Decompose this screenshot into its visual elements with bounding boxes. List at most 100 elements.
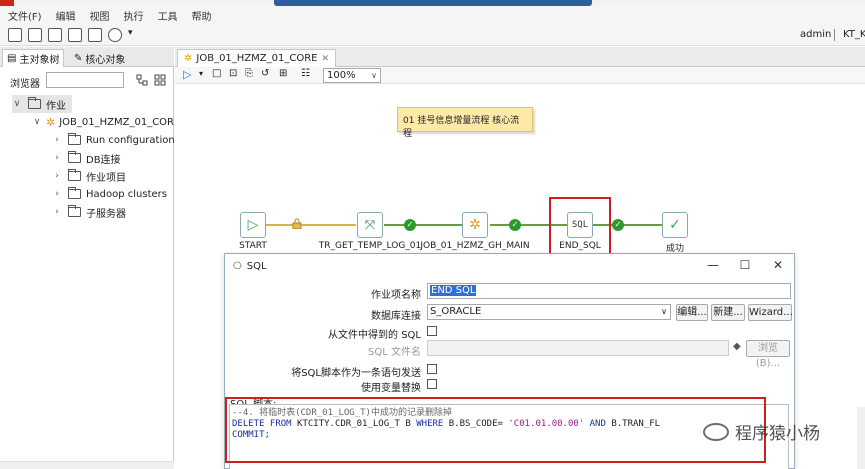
replay-icon[interactable]: ↺: [261, 68, 269, 79]
chevron-down-icon: ∨: [371, 71, 377, 80]
run-dropdown-icon[interactable]: ▾: [199, 69, 203, 78]
success-hop-icon: ✓: [404, 219, 416, 231]
checkmark-icon: ✓: [669, 217, 681, 233]
align-icon[interactable]: ☷: [301, 68, 310, 79]
minimize-icon[interactable]: —: [705, 258, 721, 272]
start-icon: ▷: [247, 217, 259, 233]
chevron-right-icon[interactable]: ›: [52, 189, 62, 199]
menu-help[interactable]: 帮助: [192, 8, 212, 23]
tree-item-label: 子服务器: [86, 208, 126, 220]
chevron-down-icon[interactable]: ∨: [12, 99, 22, 109]
new-file-icon[interactable]: [8, 28, 22, 42]
tree-item-db-connections[interactable]: › DB连接: [52, 149, 121, 167]
wechat-icon: [703, 422, 729, 441]
menu-run[interactable]: 执行: [124, 8, 144, 23]
tree-item-label: Hadoop clusters: [86, 188, 167, 200]
tab-job-core[interactable]: ✲ JOB_01_HZMZ_01_CORE ✕: [177, 49, 337, 67]
open-folder-icon[interactable]: [28, 28, 42, 42]
maximize-icon[interactable]: ☐: [737, 258, 753, 272]
left-panel-scrollbar[interactable]: [0, 461, 174, 469]
tree-item-jobs[interactable]: ∨ 作业: [12, 95, 72, 113]
node-start-label: START: [239, 241, 267, 251]
folder-icon: [68, 169, 81, 181]
menu-bar: 文件(F) 编辑 视图 执行 工具 帮助: [0, 6, 865, 24]
sql-icon: ⎔: [233, 260, 242, 272]
explore-repo-icon[interactable]: [48, 28, 62, 42]
zoom-value: 100%: [327, 70, 356, 81]
sql-filename-input[interactable]: [427, 340, 729, 356]
sql-from-file-checkbox[interactable]: [427, 326, 437, 336]
chevron-right-icon[interactable]: ›: [52, 153, 62, 163]
layers-icon[interactable]: [108, 28, 122, 42]
node-transformation[interactable]: ⤧: [357, 212, 383, 238]
menu-view[interactable]: 视图: [90, 8, 110, 23]
variable-substitution-checkbox[interactable]: [427, 379, 437, 389]
edit-connection-button[interactable]: 编辑...: [676, 304, 708, 321]
left-panel: ▤ 主对象树 ✎ 核心对象 浏览器 ∨ 作业 ∨ ✲ JOB_01_HZMZ_0…: [0, 47, 180, 469]
hop-start-tr[interactable]: [266, 224, 356, 226]
chevron-right-icon[interactable]: ›: [52, 207, 62, 217]
tree-item-jobs-label: 作业: [46, 100, 66, 112]
job-icon: ✲: [469, 217, 481, 233]
debug-icon[interactable]: ⎘: [245, 68, 253, 79]
folder-icon: [28, 97, 41, 109]
verify-icon[interactable]: ⊞: [279, 68, 287, 79]
preview-icon[interactable]: ⊡: [229, 68, 237, 79]
wizard-button[interactable]: Wizard...: [748, 304, 793, 321]
tab-main-object-tree[interactable]: ▤ 主对象树: [2, 49, 65, 67]
tab-core-objects[interactable]: ✎ 核心对象: [70, 49, 129, 67]
collapse-all-icon[interactable]: [154, 74, 166, 86]
save-as-icon[interactable]: [88, 28, 102, 42]
tree-item-slave-servers[interactable]: › 子服务器: [52, 203, 126, 221]
tree-item-hadoop-clusters[interactable]: › Hadoop clusters: [52, 185, 167, 203]
new-connection-button[interactable]: 新建...: [711, 304, 745, 321]
toolbar-separator: [834, 29, 835, 41]
layers-dropdown-icon[interactable]: ▾: [128, 28, 133, 38]
folder-icon: [68, 187, 81, 199]
dialog-title: SQL: [246, 260, 267, 272]
watermark: 程序猿小杨: [703, 419, 820, 444]
stop-icon[interactable]: □: [212, 68, 221, 79]
tab-job-core-label: JOB_01_HZMZ_01_CORE: [196, 53, 318, 64]
node-success[interactable]: ✓: [662, 212, 688, 238]
chevron-down-icon[interactable]: ∨: [32, 117, 42, 127]
job-entry-name-input[interactable]: END SQL: [427, 283, 791, 299]
node-job[interactable]: ✲: [462, 212, 488, 238]
tree-item-job-core[interactable]: ∨ ✲ JOB_01_HZMZ_01_CORE: [32, 113, 181, 131]
hop-tr-job[interactable]: [384, 224, 462, 226]
job-icon: ✲: [184, 53, 193, 64]
variable-icon: ◆: [733, 341, 741, 352]
right-scrollbar[interactable]: [857, 407, 865, 469]
zoom-select[interactable]: 100% ∨: [323, 68, 381, 83]
menu-file[interactable]: 文件(F): [8, 8, 42, 23]
pencil-icon: ✎: [74, 52, 83, 64]
expand-all-icon[interactable]: [136, 74, 148, 86]
main-toolbar: ▾ admin KT_K: [0, 24, 865, 46]
current-user: admin: [800, 29, 832, 40]
tree-item-run-configurations[interactable]: › Run configurations: [52, 131, 180, 149]
single-statement-checkbox[interactable]: [427, 364, 437, 374]
canvas-note[interactable]: 01 挂号信息增量流程 核心流程: [397, 107, 533, 139]
chevron-down-icon: ∨: [661, 307, 667, 316]
close-icon[interactable]: ✕: [322, 54, 330, 64]
name-label: 作业项名称: [371, 290, 421, 301]
tab-main-object-tree-label: 主对象树: [19, 55, 60, 66]
run-icon[interactable]: ▷: [183, 68, 191, 81]
browse-button[interactable]: 浏览(B)...: [746, 340, 790, 369]
menu-tools[interactable]: 工具: [158, 8, 178, 23]
tree-item-label: DB连接: [86, 154, 121, 166]
folder-icon: [68, 205, 81, 217]
success-hop-icon: ✓: [509, 219, 521, 231]
close-icon[interactable]: ✕: [770, 258, 786, 272]
tree-item-label: 作业项目: [86, 172, 126, 184]
chevron-right-icon[interactable]: ›: [52, 135, 62, 145]
browser-search-input[interactable]: [46, 72, 124, 88]
menu-edit[interactable]: 编辑: [56, 8, 76, 23]
tab-core-objects-label: 核心对象: [85, 54, 126, 66]
save-icon[interactable]: [68, 28, 82, 42]
node-start[interactable]: ▷: [240, 212, 266, 238]
job-entry-name-value: END SQL: [430, 285, 477, 296]
db-connection-select[interactable]: S_ORACLE ∨: [427, 304, 671, 320]
tree-item-job-entries[interactable]: › 作业项目: [52, 167, 126, 185]
chevron-right-icon[interactable]: ›: [52, 171, 62, 181]
